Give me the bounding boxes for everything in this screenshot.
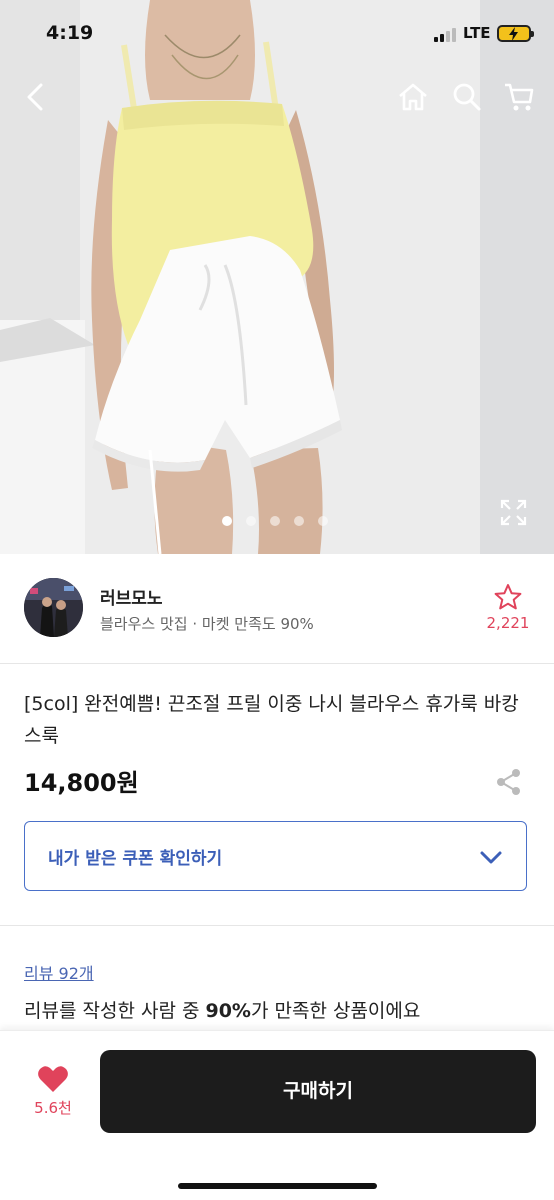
seller-avatar[interactable] xyxy=(24,578,83,637)
status-bar: 4:19 LTE xyxy=(0,0,554,66)
back-button[interactable] xyxy=(20,80,54,114)
heart-icon xyxy=(38,1066,68,1092)
seller-tag: 블라우스 맛집 xyxy=(100,615,188,633)
pagination-dot[interactable] xyxy=(294,516,304,526)
product-image-gallery[interactable]: 4:19 LTE xyxy=(0,0,554,554)
search-icon[interactable] xyxy=(450,80,484,114)
seller-name[interactable]: 러브모노 xyxy=(100,584,163,609)
coupon-button[interactable]: 내가 받은 쿠폰 확인하기 xyxy=(24,821,527,891)
pagination-dot[interactable] xyxy=(318,516,328,526)
review-count-link[interactable]: 리뷰 92개 xyxy=(24,960,94,984)
network-type: LTE xyxy=(463,24,491,42)
star-icon[interactable] xyxy=(493,582,523,612)
bookmark-count: 2,221 xyxy=(486,614,530,632)
home-indicator xyxy=(178,1183,377,1189)
status-time: 4:19 xyxy=(46,22,94,44)
bottom-action-bar: 5.6천 구매하기 xyxy=(0,1030,554,1200)
signal-icon xyxy=(434,28,456,42)
review-summary-prefix: 리뷰를 작성한 사람 중 xyxy=(24,1000,206,1022)
pagination-dot[interactable] xyxy=(270,516,280,526)
battery-icon xyxy=(497,25,534,42)
review-summary: 리뷰를 작성한 사람 중 90%가 만족한 상품이에요 xyxy=(24,996,420,1023)
coupon-label: 내가 받은 쿠폰 확인하기 xyxy=(48,849,223,869)
seller-satisfaction: 마켓 만족도 90% xyxy=(201,615,314,633)
review-satisfaction-rate: 90% xyxy=(205,1000,251,1022)
section-divider xyxy=(0,925,554,926)
gallery-pagination xyxy=(222,516,328,526)
home-icon[interactable] xyxy=(396,80,430,114)
pagination-dot[interactable] xyxy=(246,516,256,526)
seller-meta: 블라우스 맛집 · 마켓 만족도 90% xyxy=(100,613,314,634)
like-button[interactable]: 5.6천 xyxy=(24,1061,82,1121)
chevron-down-icon xyxy=(480,851,502,864)
seller-section[interactable]: 러브모노 블라우스 맛집 · 마켓 만족도 90% 2,221 xyxy=(0,554,554,664)
like-count: 5.6천 xyxy=(34,1099,72,1117)
product-title: [5col] 완전예쁨! 끈조절 프릴 이중 나시 블라우스 휴가룩 바캉스룩 xyxy=(24,693,519,747)
pagination-dot[interactable] xyxy=(222,516,232,526)
review-summary-suffix: 가 만족한 상품이에요 xyxy=(250,1000,421,1022)
expand-icon[interactable] xyxy=(500,499,527,526)
cart-icon[interactable] xyxy=(502,80,536,114)
product-price: 14,800원 xyxy=(24,769,139,797)
buy-button[interactable]: 구매하기 xyxy=(100,1050,536,1133)
share-icon[interactable] xyxy=(496,768,522,796)
meta-separator: · xyxy=(192,615,198,633)
